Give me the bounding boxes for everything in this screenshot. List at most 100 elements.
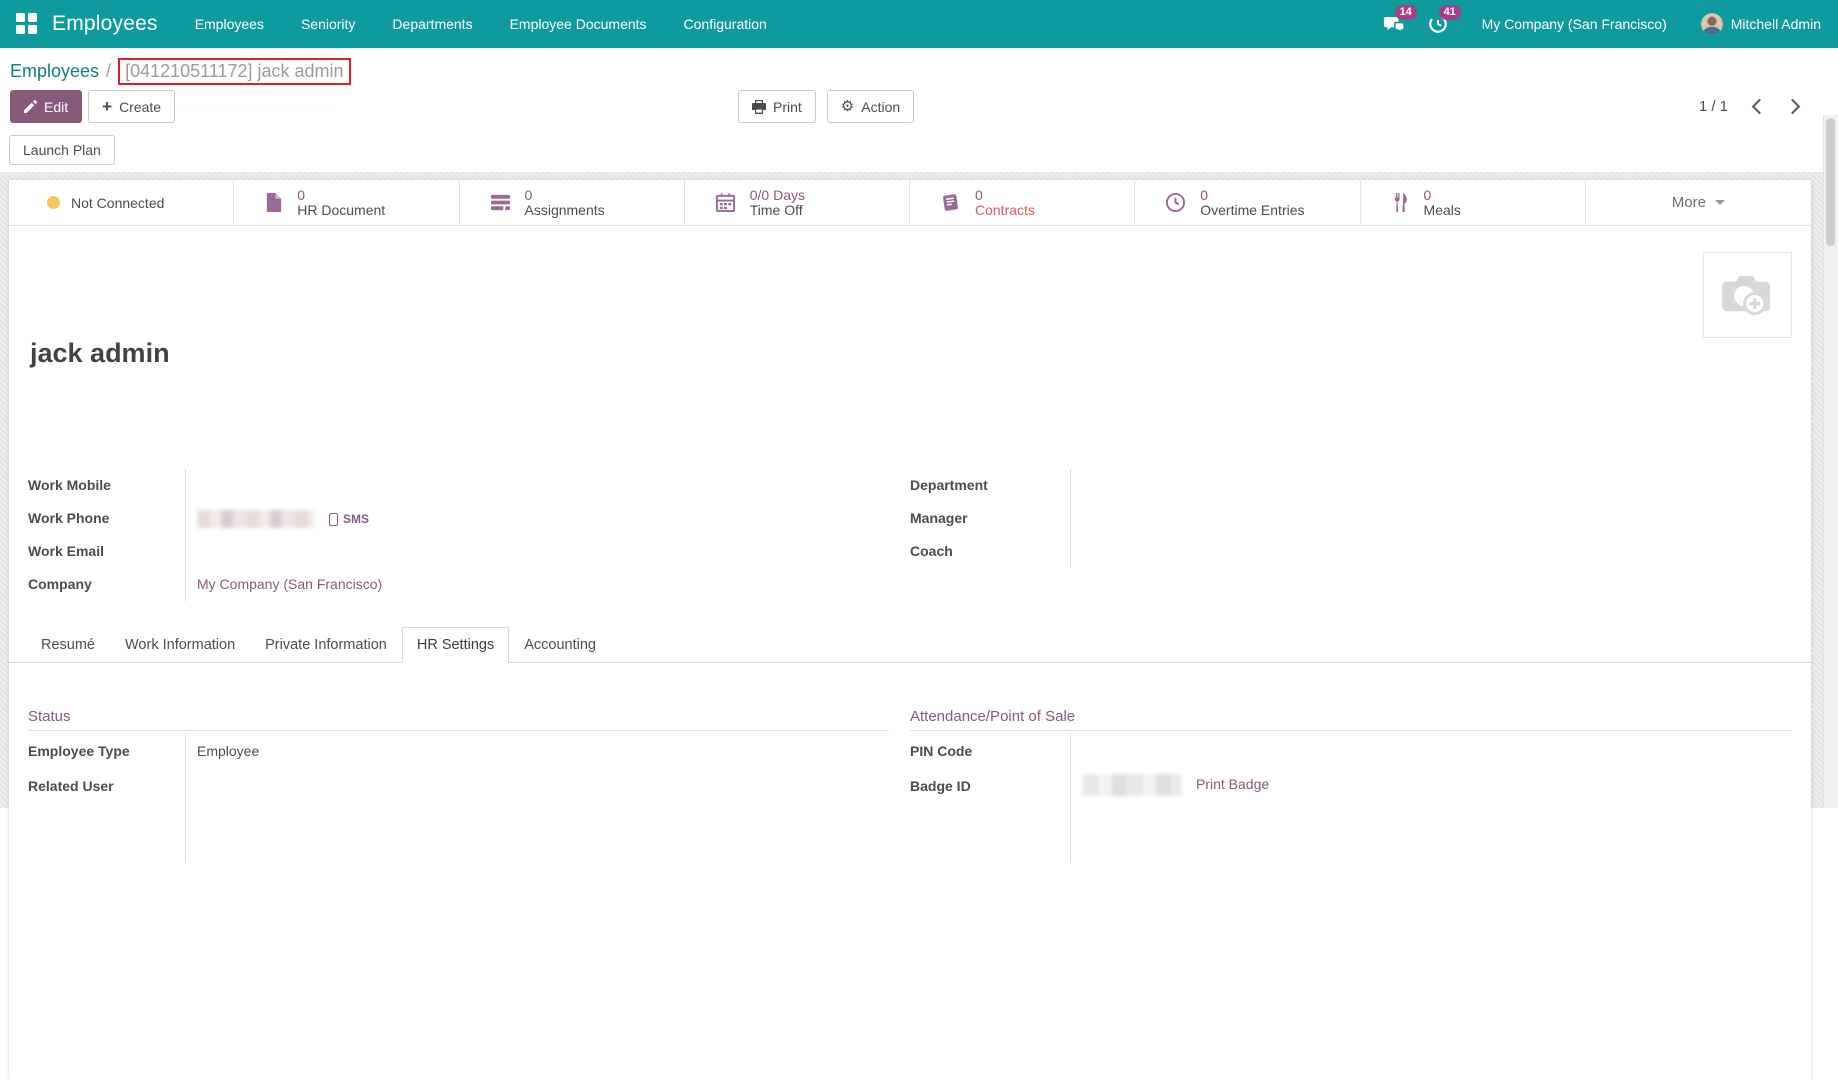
assignments-stat-button[interactable]: 0Assignments — [460, 180, 685, 225]
attendance-section-title: Attendance/Point of Sale — [910, 708, 1792, 731]
sms-link[interactable]: SMS — [329, 512, 369, 526]
file-icon — [264, 192, 283, 213]
statusbar: Not Connected 0HR Document 0Assignments — [9, 180, 1811, 226]
hr-document-stat-button[interactable]: 0HR Document — [234, 180, 459, 225]
camera-plus-icon — [1719, 272, 1777, 318]
manager-value[interactable] — [1070, 502, 1792, 535]
employee-photo-upload[interactable] — [1703, 252, 1792, 338]
tab-private-information[interactable]: Private Information — [250, 627, 402, 662]
work-mobile-label: Work Mobile — [28, 469, 185, 502]
related-user-value[interactable] — [185, 768, 889, 803]
status-section-group: Employee Type Employee Related User — [28, 733, 889, 838]
status-dot-icon — [47, 196, 60, 209]
tab-hr-settings[interactable]: HR Settings — [402, 627, 509, 663]
work-phone-redacted-value — [197, 510, 315, 528]
overtime-entries-stat-button[interactable]: 0Overtime Entries — [1135, 180, 1360, 225]
pin-code-label: PIN Code — [910, 733, 1070, 768]
left-field-group: Work Mobile Work Phone SMS Work Email Co… — [28, 469, 889, 601]
pencil-icon — [24, 100, 37, 113]
company-value-link[interactable]: My Company (San Francisco) — [197, 576, 382, 592]
launch-plan-button[interactable]: Launch Plan — [9, 135, 115, 165]
activities-icon[interactable]: 41 — [1426, 13, 1450, 35]
button-row: Edit + Create Print ⚙ — [10, 90, 1813, 123]
calendar-icon — [715, 192, 736, 213]
utensils-icon — [1391, 192, 1410, 213]
tab-accounting[interactable]: Accounting — [509, 627, 611, 662]
more-dropdown[interactable]: More — [1586, 180, 1811, 225]
nav-item-employees[interactable]: Employees — [195, 16, 264, 32]
attendance-section-group: PIN Code Badge ID Print Badge — [910, 733, 1792, 838]
meals-stat-button[interactable]: 0Meals — [1361, 180, 1586, 225]
user-avatar — [1701, 13, 1723, 35]
coach-value[interactable] — [1070, 535, 1792, 568]
status-section-title: Status — [28, 708, 889, 731]
chevron-down-icon — [1715, 200, 1725, 205]
work-phone-value[interactable]: SMS — [185, 502, 889, 535]
clock-icon — [1165, 192, 1186, 213]
coach-label: Coach — [910, 535, 1070, 568]
nav-item-configuration[interactable]: Configuration — [684, 16, 767, 32]
breadcrumb-separator: / — [106, 61, 111, 82]
mobile-phone-icon — [329, 513, 338, 526]
company-switcher[interactable]: My Company (San Francisco) — [1482, 16, 1667, 32]
gear-icon: ⚙ — [841, 99, 854, 114]
odoo-employee-form-screen: Employees Employees Seniority Department… — [0, 0, 1838, 808]
tab-resume[interactable]: Resumé — [26, 627, 110, 662]
nav-menu: Employees Seniority Departments Employee… — [195, 16, 767, 32]
user-menu[interactable]: Mitchell Admin — [1701, 13, 1821, 35]
manager-label: Manager — [910, 502, 1070, 535]
notebook-tabs: Resumé Work Information Private Informat… — [9, 627, 1811, 663]
badge-id-value[interactable]: Print Badge — [1070, 768, 1792, 803]
breadcrumb-employees-link[interactable]: Employees — [10, 61, 99, 82]
nav-item-departments[interactable]: Departments — [392, 16, 472, 32]
work-phone-label: Work Phone — [28, 502, 185, 535]
breadcrumb-current: [041210511172] jack admin — [125, 61, 344, 81]
pager: 1 / 1 — [1699, 90, 1798, 123]
nav-item-employee-documents[interactable]: Employee Documents — [510, 16, 647, 32]
apps-menu-icon[interactable] — [16, 13, 38, 35]
badge-id-redacted-value — [1082, 774, 1182, 796]
work-email-label: Work Email — [28, 535, 185, 568]
printer-icon — [752, 100, 766, 114]
work-mobile-value[interactable] — [185, 469, 889, 502]
action-button[interactable]: ⚙ Action — [827, 90, 914, 123]
book-icon — [940, 192, 961, 213]
employee-type-value[interactable]: Employee — [185, 733, 889, 768]
activities-badge: 41 — [1439, 5, 1461, 20]
content-area: Not Connected 0HR Document 0Assignments — [0, 172, 1838, 808]
department-value[interactable] — [1070, 469, 1792, 502]
department-label: Department — [910, 469, 1070, 502]
print-button[interactable]: Print — [738, 90, 816, 123]
time-off-stat-button[interactable]: 0/0 DaysTime Off — [685, 180, 910, 225]
messages-badge: 14 — [1395, 5, 1417, 20]
messages-icon[interactable]: 14 — [1382, 13, 1406, 35]
pager-previous-icon[interactable] — [1752, 99, 1768, 115]
pager-value: 1 / 1 — [1699, 98, 1728, 115]
list-icon — [490, 193, 511, 212]
breadcrumb: Employees / [041210511172] jack admin — [10, 58, 351, 85]
nav-item-seniority[interactable]: Seniority — [301, 16, 355, 32]
control-panel: Employees / [041210511172] jack admin Ed… — [0, 48, 1838, 172]
connection-status-button[interactable]: Not Connected — [9, 180, 234, 225]
company-label: Company — [28, 568, 185, 601]
edit-button[interactable]: Edit — [10, 90, 82, 123]
right-field-group: Department Manager Coach — [910, 469, 1792, 568]
work-email-value[interactable] — [185, 535, 889, 568]
employee-type-label: Employee Type — [28, 733, 185, 768]
user-name: Mitchell Admin — [1731, 16, 1821, 32]
tab-work-information[interactable]: Work Information — [110, 627, 250, 662]
print-badge-link[interactable]: Print Badge — [1196, 776, 1269, 792]
badge-id-label: Badge ID — [910, 768, 1070, 803]
contracts-stat-button[interactable]: 0Contracts — [910, 180, 1135, 225]
create-button[interactable]: + Create — [88, 90, 175, 123]
employee-name-title: jack admin — [30, 338, 170, 369]
related-user-label: Related User — [28, 768, 185, 803]
top-navbar: Employees Employees Seniority Department… — [0, 0, 1838, 48]
scrollbar-thumb[interactable] — [1826, 118, 1835, 246]
pin-code-value[interactable] — [1070, 733, 1792, 768]
app-title[interactable]: Employees — [52, 12, 158, 36]
form-sheet: Not Connected 0HR Document 0Assignments — [9, 180, 1811, 1080]
scrollbar[interactable] — [1823, 115, 1838, 808]
pager-next-icon[interactable] — [1785, 99, 1801, 115]
annotation-highlight-box: [041210511172] jack admin — [118, 58, 351, 85]
